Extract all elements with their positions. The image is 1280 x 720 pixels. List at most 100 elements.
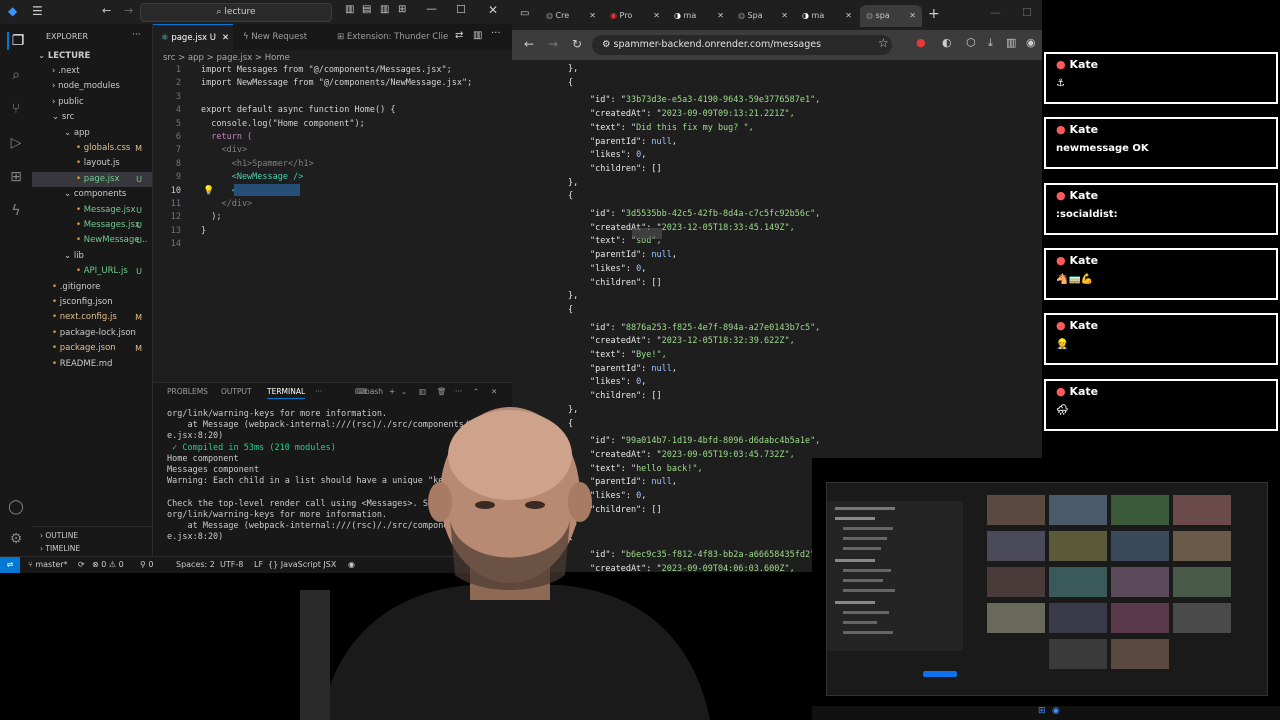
remote-icon[interactable]: ⇌ bbox=[0, 557, 20, 573]
tab-problems[interactable]: PROBLEMS bbox=[167, 387, 208, 396]
participant-video-tile[interactable] bbox=[1049, 639, 1107, 669]
tab-terminal[interactable]: TERMINAL bbox=[267, 387, 306, 399]
more-actions-icon[interactable]: ··· bbox=[455, 387, 462, 396]
back-arrow-icon[interactable]: ← bbox=[102, 4, 111, 17]
close-tab-icon[interactable]: ✕ bbox=[589, 5, 596, 27]
browser-tab[interactable]: ◍ Spa ✕ bbox=[732, 5, 794, 27]
tree-item[interactable]: • jsconfig.json bbox=[32, 295, 152, 310]
participant-video-tile[interactable] bbox=[987, 495, 1045, 525]
taskbar-app-icon[interactable]: ◉ bbox=[1052, 706, 1060, 716]
gear-icon[interactable]: ⚙ bbox=[7, 530, 25, 548]
lightbulb-icon[interactable]: 💡 bbox=[203, 186, 214, 196]
tree-item[interactable]: • globals.css M bbox=[32, 141, 152, 156]
reload-icon[interactable]: ↻ bbox=[572, 37, 582, 51]
participant-video-tile[interactable] bbox=[987, 531, 1045, 561]
sidebar-icon[interactable]: ▥ bbox=[1006, 36, 1016, 49]
command-center-search[interactable]: ⌕ lecture bbox=[140, 3, 332, 22]
extensions-puzzle-icon[interactable]: ⬡ bbox=[966, 36, 976, 49]
download-icon[interactable]: ⤓ bbox=[988, 36, 993, 50]
tree-item[interactable]: ⌄ components bbox=[32, 187, 152, 202]
maximize-icon[interactable]: ☐ bbox=[1022, 6, 1032, 19]
menu-icon[interactable]: ☰ bbox=[32, 4, 43, 18]
add-terminal-icon[interactable]: + bbox=[389, 387, 395, 396]
code-editor[interactable]: 1 import Messages from "@/components/Mess… bbox=[153, 65, 508, 315]
outline-section[interactable]: › OUTLINE bbox=[32, 527, 152, 540]
tab-output[interactable]: OUTPUT bbox=[221, 387, 252, 396]
participant-video-tile[interactable] bbox=[1173, 603, 1231, 633]
participant-video-tile[interactable] bbox=[1049, 495, 1107, 525]
tree-item[interactable]: • package.json M bbox=[32, 341, 152, 356]
tab-page-jsx[interactable]: ⚛ page.jsx U ✕ bbox=[153, 24, 233, 51]
more-icon[interactable]: ··· bbox=[315, 387, 322, 396]
trash-icon[interactable]: 🗑 bbox=[437, 387, 447, 396]
breadcrumb[interactable]: src > app > page.jsx > Home bbox=[153, 51, 518, 65]
tree-item[interactable]: › node_modules bbox=[32, 79, 152, 94]
windows-start-icon[interactable]: ⊞ bbox=[1038, 706, 1046, 716]
bookmark-star-icon[interactable]: ☆ bbox=[878, 36, 889, 50]
tree-item[interactable]: • README.md bbox=[32, 357, 152, 372]
layout-icon[interactable]: ⊞ bbox=[398, 4, 406, 15]
ports-indicator[interactable]: ⚲ 0 bbox=[140, 557, 154, 573]
tree-item[interactable]: • package-lock.json bbox=[32, 326, 152, 341]
forward-arrow-icon[interactable]: → bbox=[124, 4, 133, 17]
eol-indicator[interactable]: LF bbox=[254, 557, 263, 573]
close-panel-icon[interactable]: ✕ bbox=[491, 387, 497, 396]
extensions-icon[interactable]: ⊞ bbox=[7, 168, 25, 186]
participant-video-tile[interactable] bbox=[1173, 495, 1231, 525]
participant-video-tile[interactable] bbox=[1111, 495, 1169, 525]
back-arrow-icon[interactable]: ← bbox=[524, 37, 534, 51]
problems-indicator[interactable]: ⊗ 0 ⚠ 0 bbox=[92, 557, 124, 573]
split-editor-icon[interactable]: ▥ bbox=[473, 30, 482, 41]
browser-tab[interactable]: ◍ Cre ✕ bbox=[540, 5, 602, 27]
open-all-rooms-button[interactable] bbox=[923, 671, 957, 677]
profile-avatar[interactable]: ◉ bbox=[1026, 36, 1036, 49]
participant-video-tile[interactable] bbox=[1111, 567, 1169, 597]
tab-search-icon[interactable]: ▭ bbox=[520, 8, 529, 19]
tree-item[interactable]: • page.jsx U bbox=[32, 171, 152, 187]
extension-record-icon[interactable]: ● bbox=[916, 36, 926, 49]
tree-item[interactable]: › .next bbox=[32, 64, 152, 79]
tree-item[interactable]: • next.config.js M bbox=[32, 310, 152, 325]
maximize-panel-icon[interactable]: ⌃ bbox=[473, 387, 479, 396]
tab-new-request[interactable]: ϟ New Request bbox=[237, 24, 327, 50]
browser-tab[interactable]: ◑ ma ✕ bbox=[668, 5, 730, 27]
more-actions-icon[interactable]: ··· bbox=[132, 30, 141, 40]
source-control-icon[interactable]: ⑂ bbox=[7, 100, 25, 118]
participant-video-tile[interactable] bbox=[987, 603, 1045, 633]
participant-video-tile[interactable] bbox=[1111, 531, 1169, 561]
search-icon[interactable]: ⌕ bbox=[7, 66, 25, 84]
tree-item[interactable]: • layout.js bbox=[32, 156, 152, 171]
encoding-indicator[interactable]: UTF-8 bbox=[220, 557, 243, 573]
tree-item[interactable]: ⌄ lib bbox=[32, 249, 152, 264]
participant-video-tile[interactable] bbox=[1111, 639, 1169, 669]
participant-video-tile[interactable] bbox=[1173, 531, 1231, 561]
participant-video-tile[interactable] bbox=[1111, 603, 1169, 633]
tree-item[interactable]: • Message.jsx U bbox=[32, 203, 152, 218]
toggle-panel-icon[interactable]: ▤ bbox=[362, 4, 371, 15]
participant-video-tile[interactable] bbox=[1049, 567, 1107, 597]
tree-item[interactable]: • NewMessage... U bbox=[32, 233, 152, 248]
close-tab-icon[interactable]: ✕ bbox=[909, 5, 916, 27]
split-terminal-icon[interactable]: ▥ bbox=[419, 387, 426, 396]
chevron-down-icon[interactable]: ⌄ bbox=[401, 387, 407, 396]
timeline-section[interactable]: › TIMELINE bbox=[32, 540, 152, 553]
new-tab-icon[interactable]: + bbox=[928, 6, 940, 22]
close-tab-icon[interactable]: ✕ bbox=[781, 5, 788, 27]
close-tab-icon[interactable]: ✕ bbox=[216, 33, 229, 43]
toggle-secondary-sidebar-icon[interactable]: ▥ bbox=[380, 4, 389, 15]
participant-video-tile[interactable] bbox=[1173, 567, 1231, 597]
forward-arrow-icon[interactable]: → bbox=[548, 37, 558, 51]
shell-name[interactable]: bash bbox=[365, 387, 383, 396]
minimize-icon[interactable]: — bbox=[990, 6, 1001, 19]
account-icon[interactable]: ◯ bbox=[7, 498, 25, 516]
tab-extension-thunder-client[interactable]: ⊞ Extension: Thunder Clie bbox=[331, 24, 451, 50]
more-actions-icon[interactable]: ··· bbox=[491, 28, 501, 39]
compare-icon[interactable]: ⇄ bbox=[455, 30, 463, 41]
tree-item[interactable]: ⌄ app bbox=[32, 126, 152, 141]
browser-tab[interactable]: ◍ spa ✕ bbox=[860, 5, 922, 27]
address-bar[interactable]: ⚙ spammer-backend.onrender.com/messages bbox=[592, 35, 892, 55]
close-tab-icon[interactable]: ✕ bbox=[845, 5, 852, 27]
site-info-icon[interactable]: ⚙ bbox=[592, 39, 614, 50]
minimize-icon[interactable]: — bbox=[426, 2, 437, 15]
participant-video-tile[interactable] bbox=[1049, 531, 1107, 561]
